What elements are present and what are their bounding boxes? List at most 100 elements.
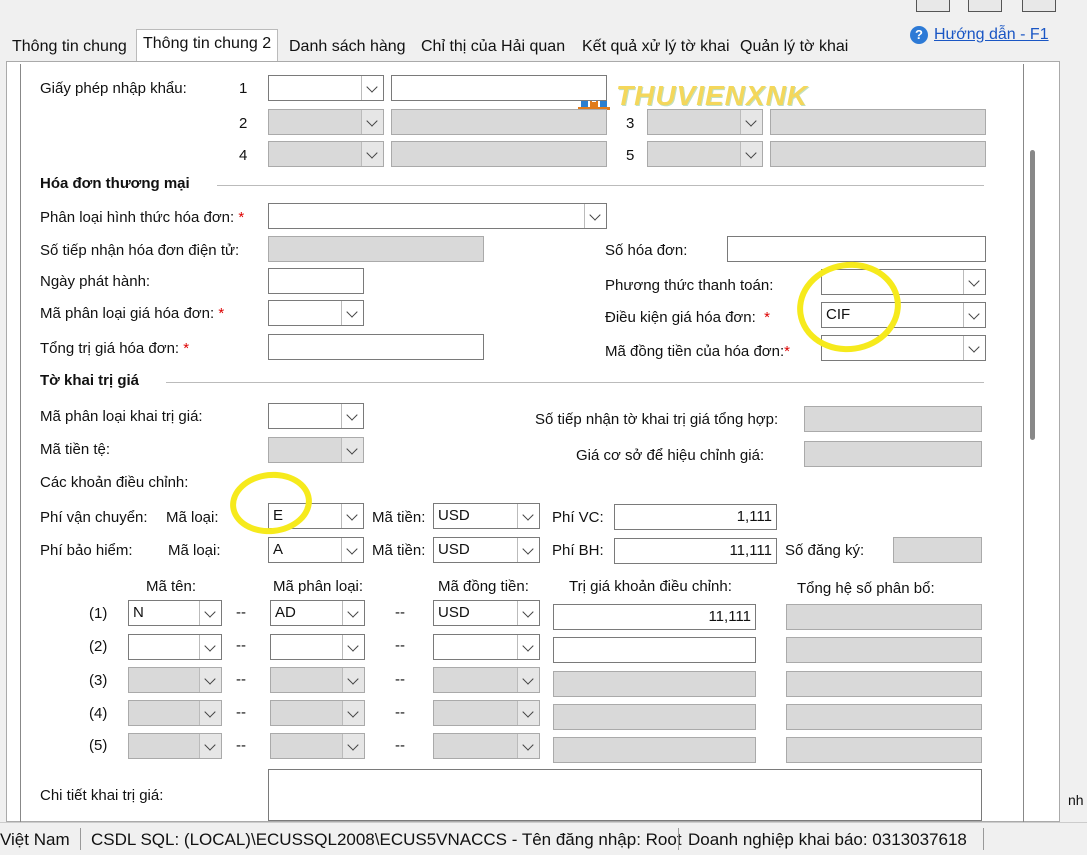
invoice-total-input[interactable] — [268, 334, 484, 360]
row1-name-select[interactable]: N — [128, 600, 222, 626]
toolbar-button-2[interactable] — [968, 0, 1002, 12]
row4-name-select[interactable] — [128, 700, 222, 726]
summary-no-label: Số tiếp nhận tờ khai trị giá tổng hợp: — [535, 411, 779, 428]
row4-type-select[interactable] — [270, 700, 365, 726]
base-price-label: Giá cơ sở để hiệu chỉnh giá: — [576, 447, 765, 464]
status-database: CSDL SQL: (LOCAL)\ECUSSQL2008\ECUS5VNACC… — [91, 830, 682, 849]
chevron-down-icon — [963, 303, 985, 327]
row2-name-select[interactable] — [128, 634, 222, 660]
row2-allocation-input[interactable] — [786, 637, 982, 663]
license-3-number-input[interactable] — [770, 109, 986, 135]
license-row-1: 1 — [239, 80, 248, 97]
license-4-type-select[interactable] — [268, 141, 384, 167]
invoice-currency-select[interactable] — [821, 335, 986, 361]
row5-allocation-input[interactable] — [786, 737, 982, 763]
license-1-number-input[interactable] — [391, 75, 607, 101]
tab-processing-results[interactable]: Kết quả xử lý tờ khai — [576, 34, 736, 61]
chevron-down-icon — [361, 76, 383, 100]
license-2-type-select[interactable] — [268, 109, 384, 135]
chevron-down-icon — [963, 270, 985, 294]
license-2-number-input[interactable] — [391, 109, 607, 135]
help-link-label[interactable]: Hướng dẫn - F1 — [934, 26, 1049, 43]
chevron-down-icon — [199, 601, 221, 625]
price-terms-select[interactable]: CIF — [821, 302, 986, 328]
payment-method-select[interactable] — [821, 269, 986, 295]
license-5-type-select[interactable] — [647, 141, 763, 167]
price-type-select[interactable] — [268, 300, 364, 326]
insurance-currency-label: Mã tiền: — [372, 542, 426, 559]
status-separator — [678, 828, 679, 850]
help-icon: ? — [910, 26, 928, 44]
chevron-down-icon — [342, 635, 364, 659]
invoice-type-select[interactable] — [268, 203, 607, 229]
valuation-detail-textarea[interactable] — [268, 769, 982, 821]
row5-currency-select[interactable] — [433, 733, 540, 759]
header-type-code: Mã phân loại: — [273, 578, 364, 595]
freight-currency-select[interactable]: USD — [433, 503, 540, 529]
license-1-type-select[interactable] — [268, 75, 384, 101]
price-type-label: Mã phân loại giá hóa đơn: * — [40, 305, 224, 322]
invoice-no-label: Số hóa đơn: — [605, 242, 688, 259]
chevron-down-icon — [361, 110, 383, 134]
einvoice-input[interactable] — [268, 236, 484, 262]
insurance-currency-select[interactable]: USD — [433, 537, 540, 563]
reg-no-input[interactable] — [893, 537, 982, 563]
row5-type-select[interactable] — [270, 733, 365, 759]
license-row-5: 5 — [626, 147, 635, 164]
tab-general-info[interactable]: Thông tin chung — [6, 34, 133, 61]
chevron-down-icon — [517, 601, 539, 625]
row4-currency-select[interactable] — [433, 700, 540, 726]
row3-allocation-input[interactable] — [786, 671, 982, 697]
row2-currency-select[interactable] — [433, 634, 540, 660]
valuation-detail-label: Chi tiết khai trị giá: — [40, 787, 164, 804]
row3-type-select[interactable] — [270, 667, 365, 693]
row3-currency-select[interactable] — [433, 667, 540, 693]
row2-type-select[interactable] — [270, 634, 365, 660]
row1-type-select[interactable]: AD — [270, 600, 365, 626]
valuation-type-select[interactable] — [268, 403, 364, 429]
base-price-input[interactable] — [804, 441, 982, 467]
tab-declaration-management[interactable]: Quản lý tờ khai — [734, 34, 854, 61]
row1-allocation-input[interactable] — [786, 604, 982, 630]
row3-value-input[interactable] — [553, 671, 756, 697]
chevron-down-icon — [199, 668, 221, 692]
tab-general-info-2[interactable]: Thông tin chung 2 — [136, 29, 279, 62]
row3-name-select[interactable] — [128, 667, 222, 693]
insurance-type-select[interactable]: A — [268, 537, 364, 563]
insurance-fee-input[interactable]: 11,111 — [614, 538, 777, 564]
license-3-type-select[interactable] — [647, 109, 763, 135]
row4-allocation-input[interactable] — [786, 704, 982, 730]
chevron-down-icon — [517, 504, 539, 528]
row-dash: -- — [395, 737, 405, 754]
price-terms-value: CIF — [826, 306, 851, 323]
license-4-number-input[interactable] — [391, 141, 607, 167]
insurance-fee-label: Phí BH: — [552, 542, 604, 559]
tab-customs-instructions[interactable]: Chỉ thị của Hải quan — [415, 34, 571, 61]
close-icon[interactable] — [1022, 0, 1056, 12]
toolbar-button-1[interactable] — [916, 0, 950, 12]
invoice-no-input[interactable] — [727, 236, 986, 262]
chevron-down-icon — [517, 701, 539, 725]
row4-value-input[interactable] — [553, 704, 756, 730]
row-index: (2) — [89, 638, 108, 655]
invoice-type-label: Phân loại hình thức hóa đơn: * — [40, 209, 244, 226]
row1-currency-select[interactable]: USD — [433, 600, 540, 626]
freight-type-select[interactable]: E — [268, 503, 364, 529]
issue-date-input[interactable] — [268, 268, 364, 294]
currency-code-select[interactable] — [268, 437, 364, 463]
header-adjust-value: Trị giá khoản điều chỉnh: — [569, 578, 732, 595]
tab-goods-list[interactable]: Danh sách hàng — [283, 34, 412, 61]
vertical-scrollbar[interactable] — [1030, 150, 1035, 440]
required-mark: * — [764, 309, 770, 326]
row1-value-input[interactable]: 11,111 — [553, 604, 756, 630]
row2-value-input[interactable] — [553, 637, 756, 663]
row5-value-input[interactable] — [553, 737, 756, 763]
license-5-number-input[interactable] — [770, 141, 986, 167]
help-link[interactable]: ? Hướng dẫn - F1 — [910, 26, 1049, 44]
chevron-down-icon — [517, 668, 539, 692]
freight-fee-input[interactable]: 1,111 — [614, 504, 777, 530]
summary-no-input[interactable] — [804, 406, 982, 432]
license-row-4: 4 — [239, 147, 248, 164]
payment-method-label: Phương thức thanh toán: — [605, 277, 774, 294]
row5-name-select[interactable] — [128, 733, 222, 759]
